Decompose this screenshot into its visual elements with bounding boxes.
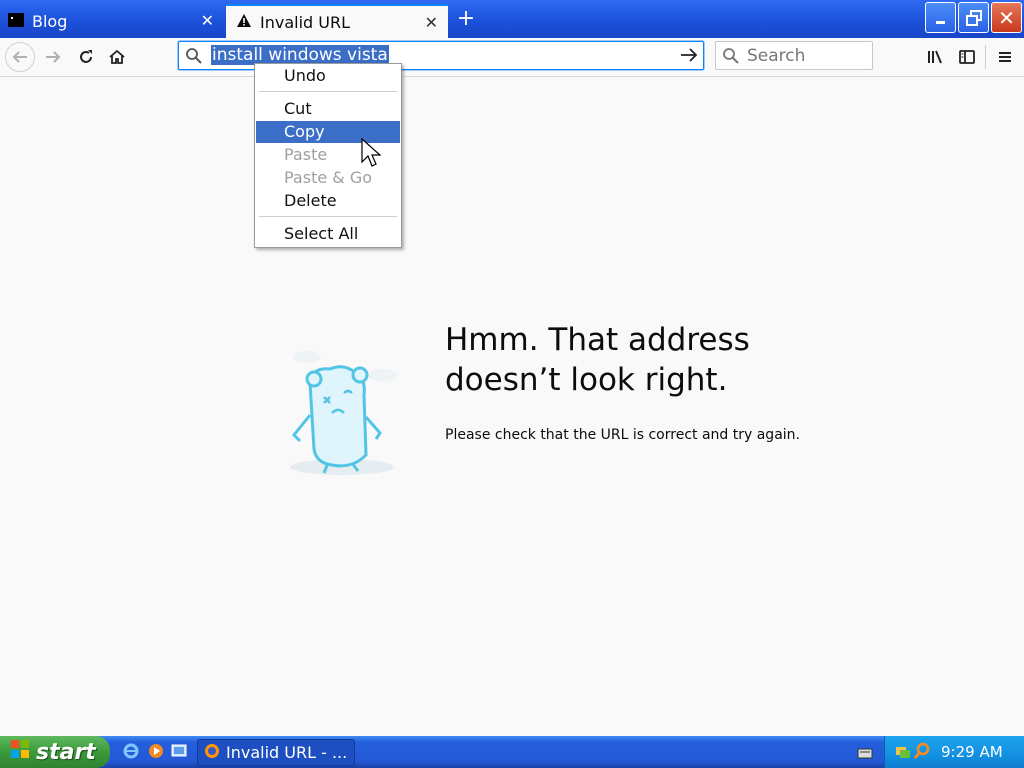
close-tab-icon[interactable]: ✕ bbox=[201, 11, 214, 30]
minimize-icon bbox=[935, 20, 945, 24]
menu-item-select-all[interactable]: Select All bbox=[256, 223, 400, 245]
forward-arrow-icon bbox=[46, 51, 61, 63]
toolbar-divider bbox=[985, 45, 986, 69]
warning-icon bbox=[236, 13, 252, 32]
firefox-icon bbox=[204, 743, 220, 763]
clock: 9:29 AM bbox=[941, 743, 1003, 761]
reload-button[interactable] bbox=[71, 42, 101, 72]
mouse-cursor-icon bbox=[361, 137, 382, 174]
title-bar: Blog ✕ Invalid URL ✕ + ✕ bbox=[0, 0, 1024, 38]
windows-taskbar: start Invalid URL - ... 9:29 AM bbox=[0, 736, 1024, 768]
back-button[interactable] bbox=[5, 42, 35, 72]
sidebar-icon bbox=[959, 50, 975, 64]
search-icon bbox=[722, 47, 740, 69]
menu-separator bbox=[259, 216, 397, 217]
menu-button[interactable] bbox=[990, 42, 1020, 72]
menu-item-delete[interactable]: Delete bbox=[256, 190, 400, 212]
go-arrow-icon[interactable] bbox=[679, 45, 699, 69]
network-icon[interactable] bbox=[895, 743, 911, 763]
start-label: start bbox=[36, 739, 96, 765]
taskbar-item-label: Invalid URL - ... bbox=[226, 743, 348, 762]
menu-separator bbox=[259, 91, 397, 92]
keyboard-icon[interactable] bbox=[857, 745, 873, 764]
hamburger-icon bbox=[999, 52, 1011, 62]
media-player-icon[interactable] bbox=[147, 742, 165, 764]
library-icon bbox=[928, 50, 942, 64]
forward-button[interactable] bbox=[38, 42, 68, 72]
menu-item-undo[interactable]: Undo bbox=[256, 65, 400, 87]
reload-icon bbox=[80, 50, 92, 63]
tab-label: Blog bbox=[32, 11, 68, 31]
address-input[interactable]: install windows vista bbox=[211, 45, 389, 65]
menu-item-cut[interactable]: Cut bbox=[256, 98, 400, 120]
sidebar-button[interactable] bbox=[952, 42, 982, 72]
taskbar-item-firefox[interactable]: Invalid URL - ... bbox=[197, 739, 355, 766]
new-tab-button[interactable]: + bbox=[455, 6, 477, 31]
error-description: Please check that the URL is correct and… bbox=[445, 427, 800, 443]
close-window-button[interactable]: ✕ bbox=[991, 2, 1022, 33]
library-button[interactable] bbox=[920, 42, 950, 72]
close-tab-icon[interactable]: ✕ bbox=[425, 13, 438, 32]
back-arrow-icon bbox=[12, 51, 27, 63]
navigation-toolbar: install windows vista Search bbox=[0, 38, 1024, 77]
search-bar[interactable]: Search bbox=[715, 41, 873, 70]
system-tray: 9:29 AM bbox=[884, 736, 1024, 768]
internet-explorer-icon[interactable] bbox=[122, 742, 140, 764]
tab-blog[interactable]: Blog ✕ bbox=[0, 4, 224, 38]
show-desktop-icon[interactable] bbox=[170, 742, 188, 764]
search-input[interactable]: Search bbox=[747, 46, 805, 66]
windows-logo-icon bbox=[10, 739, 30, 765]
home-button[interactable] bbox=[102, 42, 132, 72]
terminal-favicon-icon bbox=[8, 12, 24, 31]
error-title: Hmm. That address doesn’t look right. bbox=[445, 322, 750, 398]
search-tray-icon[interactable] bbox=[913, 742, 931, 764]
tab-invalid-url[interactable]: Invalid URL ✕ bbox=[226, 4, 448, 38]
error-mascot-illustration bbox=[272, 345, 412, 489]
home-icon bbox=[109, 49, 125, 64]
start-button[interactable]: start bbox=[0, 736, 110, 768]
restore-button[interactable] bbox=[958, 2, 989, 33]
minimize-button[interactable] bbox=[925, 2, 956, 33]
tab-label: Invalid URL bbox=[260, 12, 351, 32]
restore-icon bbox=[965, 9, 982, 26]
search-icon bbox=[185, 47, 203, 69]
